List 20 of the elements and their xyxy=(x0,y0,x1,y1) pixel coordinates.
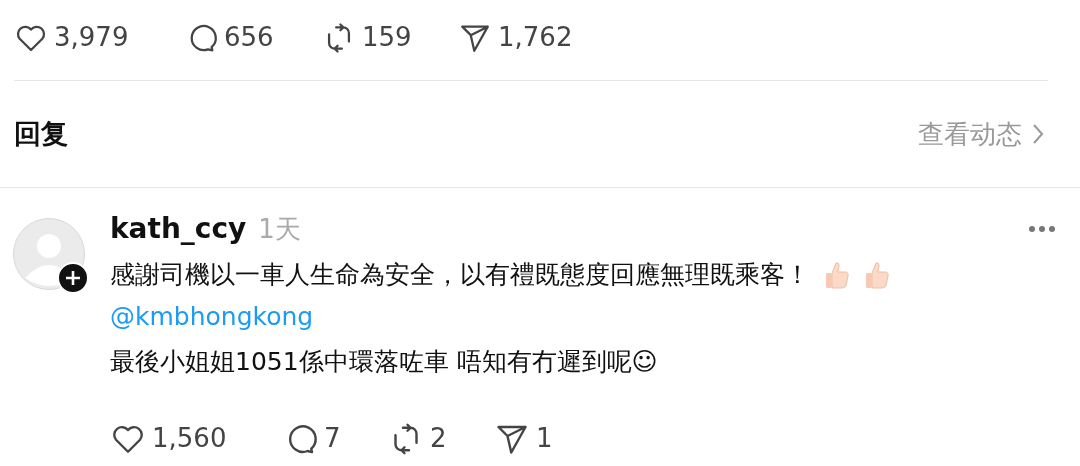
comment-count: 7 xyxy=(324,422,341,455)
more-icon[interactable] xyxy=(1028,225,1056,233)
replies-heading: 回复 xyxy=(14,116,68,151)
share-count: 1,762 xyxy=(498,21,573,54)
username[interactable]: kath_ccy xyxy=(110,208,247,250)
like-count: 3,979 xyxy=(54,21,129,54)
chevron-right-icon xyxy=(1032,123,1044,145)
follow-plus-icon[interactable] xyxy=(57,262,89,294)
timestamp: 1天 xyxy=(258,213,301,246)
repost-count: 159 xyxy=(362,21,412,54)
view-activity-link[interactable]: 查看动态 xyxy=(918,114,1044,154)
comment-count: 656 xyxy=(224,21,274,54)
comment-text: 感謝司機以一車人生命為安全，以有禮既態度回應無理既乘客！ xyxy=(110,259,810,291)
share-count: 1 xyxy=(536,422,553,455)
comment-text: 最後小姐姐1051係中環落咗車 唔知有冇遲到呢☺ xyxy=(110,346,658,378)
thumbs-up-icon xyxy=(864,260,890,290)
mention-link[interactable]: @kmbhongkong xyxy=(110,302,314,331)
repost-count: 2 xyxy=(430,422,447,455)
like-count: 1,560 xyxy=(152,422,227,455)
thumbs-up-icon xyxy=(824,260,850,290)
